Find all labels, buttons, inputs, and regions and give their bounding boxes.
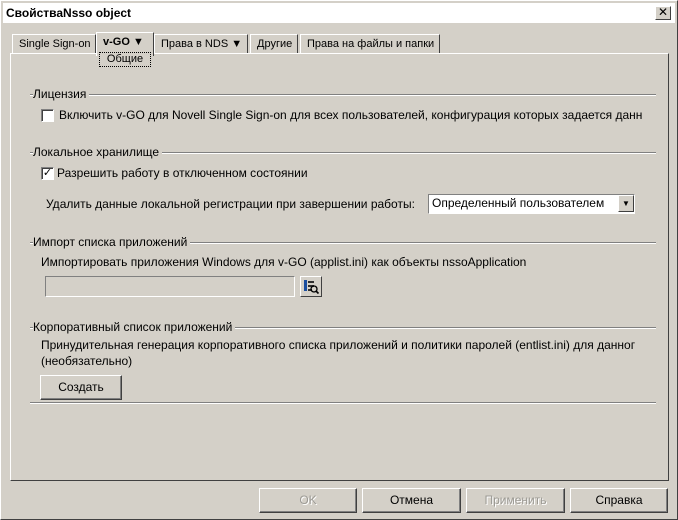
ok-button-label: OK <box>299 493 317 507</box>
checkmark-icon: ✓ <box>42 167 53 179</box>
delete-data-label: Удалить данные локальной регистрации при… <box>46 197 415 211</box>
offline-checkbox-label: Разрешить работу в отключенном состоянии <box>57 166 308 180</box>
license-group-border <box>30 94 656 96</box>
tab-file-rights[interactable]: Права на файлы и папки <box>300 34 440 54</box>
close-icon: ✕ <box>657 5 669 19</box>
delete-data-select[interactable]: Определенный пользователем ▼ <box>428 194 635 214</box>
subtab-general[interactable]: Общие <box>99 52 151 67</box>
title-bar: СвойстваNsso object ✕ <box>3 3 675 23</box>
corporate-description-line2: (необязательно) <box>41 354 133 368</box>
import-description: Импортировать приложения Windows для v-G… <box>41 255 527 269</box>
tab-nds-rights[interactable]: Права в NDS ▼ <box>154 34 248 54</box>
cancel-button-label: Отмена <box>389 493 434 507</box>
properties-dialog: СвойстваNsso object ✕ Single Sign-on v-G… <box>0 0 678 520</box>
import-legend: Импорт списка приложений <box>33 235 191 249</box>
tab-other[interactable]: Другие <box>250 34 298 54</box>
apply-button[interactable]: Применить <box>466 488 565 513</box>
tab-label: v-GO ▼ <box>103 36 144 48</box>
license-checkbox[interactable] <box>41 109 54 122</box>
corporate-legend: Корпоративный список приложений <box>33 320 236 334</box>
corporate-group-bottom <box>30 402 656 404</box>
create-button[interactable]: Создать <box>40 375 122 400</box>
tab-label: Другие <box>257 38 293 50</box>
cancel-button[interactable]: Отмена <box>362 488 461 513</box>
local-storage-legend: Локальное хранилище <box>33 145 163 159</box>
import-path-input[interactable] <box>45 276 295 297</box>
tab-label: Права в NDS ▼ <box>161 38 243 50</box>
license-checkbox-label: Включить v-GO для Novell Single Sign-on … <box>59 108 643 122</box>
subtab-label: Общие <box>106 53 144 65</box>
window-title: СвойстваNsso object <box>6 6 132 20</box>
delete-data-value: Определенный пользователем <box>432 196 605 210</box>
license-legend: Лицензия <box>33 87 90 101</box>
help-button-label: Справка <box>595 493 643 507</box>
apply-button-label: Применить <box>484 493 547 507</box>
help-button[interactable]: Справка <box>570 488 668 513</box>
chevron-down-icon[interactable]: ▼ <box>618 195 634 212</box>
browse-folder-icon <box>304 280 320 295</box>
ok-button[interactable]: OK <box>259 488 357 513</box>
corporate-description-line1: Принудительная генерация корпоративного … <box>41 338 636 352</box>
close-button[interactable]: ✕ <box>655 6 671 20</box>
tab-label: Single Sign-on <box>19 38 91 50</box>
browse-button[interactable] <box>300 276 322 297</box>
offline-checkbox[interactable]: ✓ <box>41 167 54 180</box>
create-button-label: Создать <box>58 380 104 394</box>
tab-label: Права на файлы и папки <box>307 38 435 50</box>
tab-single-sign-on[interactable]: Single Sign-on <box>12 34 96 54</box>
